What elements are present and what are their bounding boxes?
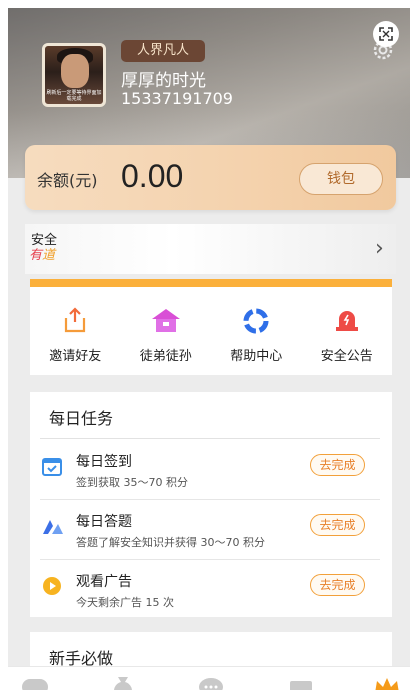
chat-icon[interactable]: [196, 673, 226, 690]
task-go-button[interactable]: 去完成: [310, 574, 365, 596]
grid-label-notice: 安全公告: [320, 349, 373, 364]
app-frame: 刷新后一定要等待界面加载完成 人界凡人 厚厚的时光 15337191709 余额…: [8, 8, 410, 690]
task-desc: 签到获取 35～70 积分: [76, 476, 188, 489]
task-row-quiz: 每日答题 答题了解安全知识并获得 30～70 积分 去完成: [30, 500, 392, 560]
avatar[interactable]: 刷新后一定要等待界面加载完成: [42, 43, 106, 107]
grid-label-disciples: 徒弟徒孙: [139, 349, 192, 364]
share-icon: [65, 307, 86, 333]
grid-item-disciples[interactable]: 徒弟徒孙: [121, 287, 212, 375]
quiz-icon: [42, 516, 64, 540]
task-name: 每日签到: [76, 454, 132, 470]
avatar-caption: 刷新后一定要等待界面加载完成: [46, 90, 102, 102]
gamepad-icon[interactable]: [20, 673, 50, 690]
security-brand: 有道: [29, 244, 55, 263]
balance-label: 余额(元): [37, 171, 98, 190]
divider: [40, 438, 380, 439]
balance-value: 0.00: [121, 158, 184, 194]
rank-badge: 人界凡人: [121, 40, 205, 62]
accent-bar: [30, 279, 392, 287]
fullscreen-icon[interactable]: [373, 21, 399, 47]
feature-grid: 邀请好友 徒弟徒孙 帮助中心 安全公告: [30, 287, 392, 375]
task-name: 观看广告: [76, 574, 132, 590]
chevron-right-icon: ›: [375, 236, 384, 261]
house-icon: [151, 309, 180, 332]
task-desc: 今天剩余广告 15 次: [76, 596, 174, 609]
security-brand-part2: 道: [42, 248, 56, 263]
alarm-icon: [335, 311, 358, 331]
daily-tasks-card: 每日任务 每日签到 签到获取 35～70 积分 去完成 每日答题 答题了解安全知…: [30, 392, 392, 617]
grid-item-invite[interactable]: 邀请好友: [30, 287, 121, 375]
help-ring-icon: [243, 308, 269, 334]
grid-label-help: 帮助中心: [230, 349, 283, 364]
task-row-checkin: 每日签到 签到获取 35～70 积分 去完成: [30, 440, 392, 500]
crown-icon[interactable]: [372, 673, 402, 690]
security-brand-part1: 有: [29, 248, 43, 263]
task-go-button[interactable]: 去完成: [310, 454, 365, 476]
phone-number: 15337191709: [121, 89, 233, 108]
screen-icon[interactable]: [286, 673, 316, 690]
task-go-button[interactable]: 去完成: [310, 514, 365, 536]
security-banner[interactable]: 安全 有道 ›: [25, 224, 396, 274]
grid-item-help[interactable]: 帮助中心: [211, 287, 302, 375]
task-row-ads: 观看广告 今天剩余广告 15 次 去完成: [30, 560, 392, 620]
bottom-tab-bar: [8, 666, 410, 690]
nickname: 厚厚的时光: [121, 71, 206, 91]
play-icon: [42, 576, 62, 600]
money-bag-icon[interactable]: [108, 673, 138, 690]
grid-label-invite: 邀请好友: [49, 349, 102, 364]
task-desc: 答题了解安全知识并获得 30～70 积分: [76, 536, 265, 549]
calendar-icon: [42, 456, 62, 480]
wallet-button[interactable]: 钱包: [299, 163, 383, 195]
task-name: 每日答题: [76, 514, 132, 530]
daily-tasks-title: 每日任务: [49, 409, 114, 428]
grid-item-notice[interactable]: 安全公告: [302, 287, 393, 375]
balance-card: 余额(元) 0.00 钱包: [25, 145, 396, 210]
